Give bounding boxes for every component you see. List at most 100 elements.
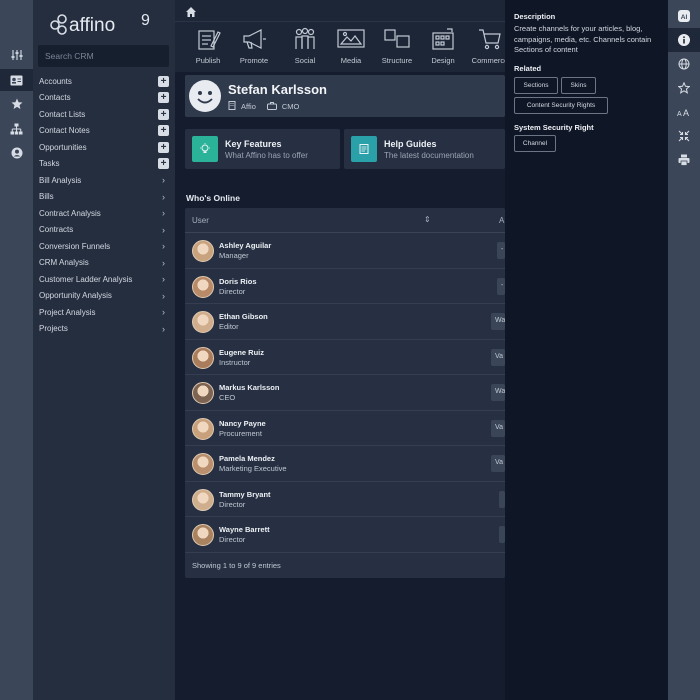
tag-channel[interactable]: Channel bbox=[514, 135, 556, 152]
user-avatar[interactable] bbox=[192, 240, 214, 262]
tag-sections[interactable]: Sections bbox=[514, 77, 558, 94]
user-column-header[interactable]: User bbox=[192, 216, 209, 225]
row-action-button[interactable]: - bbox=[497, 242, 505, 259]
collapse-icon[interactable] bbox=[668, 124, 700, 148]
user-avatar[interactable] bbox=[192, 346, 214, 369]
toolbar-promote[interactable]: Promote bbox=[231, 26, 277, 65]
sitemap-icon[interactable] bbox=[0, 118, 33, 140]
chevron-right-icon[interactable]: › bbox=[158, 291, 169, 301]
sidebar-item-crm-analysis[interactable]: CRM Analysis › bbox=[33, 255, 175, 272]
sidebar-item-contact-notes[interactable]: Contact Notes + bbox=[33, 123, 175, 140]
plus-icon[interactable]: + bbox=[158, 108, 169, 120]
sidebar-item-bills[interactable]: Bills › bbox=[33, 189, 175, 206]
sidebar-item-contacts[interactable]: Contacts + bbox=[33, 90, 175, 107]
table-row[interactable]: Eugene Ruiz Instructor Va bbox=[185, 340, 505, 375]
print-icon[interactable] bbox=[668, 148, 700, 172]
user-avatar[interactable] bbox=[192, 417, 214, 440]
chevron-right-icon[interactable]: › bbox=[158, 241, 169, 251]
sidebar-item-contracts[interactable]: Contracts › bbox=[33, 222, 175, 239]
table-row[interactable]: Tammy Bryant Director bbox=[185, 482, 505, 517]
home-icon[interactable] bbox=[185, 5, 197, 17]
tag-content-security-rights[interactable]: Content Security Rights bbox=[514, 97, 608, 114]
user-name[interactable]: Eugene Ruiz bbox=[219, 348, 264, 357]
tag-skins[interactable]: Skins bbox=[561, 77, 596, 94]
plus-icon[interactable]: + bbox=[158, 75, 169, 87]
star-icon[interactable] bbox=[0, 93, 33, 115]
sidebar-item-accounts[interactable]: Accounts + bbox=[33, 73, 175, 90]
chevron-right-icon[interactable]: › bbox=[158, 175, 169, 185]
user-avatar[interactable] bbox=[192, 382, 214, 404]
chevron-right-icon[interactable]: › bbox=[158, 208, 169, 218]
globe-icon[interactable] bbox=[668, 52, 700, 76]
toolbar-social[interactable]: Social bbox=[282, 26, 328, 65]
info-icon[interactable] bbox=[668, 28, 700, 52]
contact-card-icon[interactable] bbox=[0, 69, 33, 91]
user-avatar[interactable] bbox=[192, 311, 214, 333]
toolbar-structure[interactable]: Structure bbox=[374, 26, 420, 65]
plus-icon[interactable]: + bbox=[158, 125, 169, 137]
toolbar-design[interactable]: Design bbox=[420, 26, 466, 65]
sidebar-item-opportunities[interactable]: Opportunities + bbox=[33, 139, 175, 156]
table-row[interactable]: Wayne Barrett Director bbox=[185, 517, 505, 553]
table-row[interactable]: Nancy Payne Procurement Va bbox=[185, 411, 505, 446]
chevron-right-icon[interactable]: › bbox=[158, 324, 169, 334]
table-row[interactable]: Ashley Aguilar Manager - bbox=[185, 233, 505, 269]
user-avatar[interactable] bbox=[192, 453, 214, 475]
user-name[interactable]: Nancy Payne bbox=[219, 419, 266, 428]
row-action-button[interactable]: Va bbox=[491, 419, 505, 437]
user-name[interactable]: Ethan Gibson bbox=[219, 312, 268, 321]
row-action-button[interactable]: Va bbox=[491, 455, 505, 472]
top-bar bbox=[175, 0, 505, 22]
chevron-right-icon[interactable]: › bbox=[158, 307, 169, 317]
font-size-icon[interactable]: AA bbox=[668, 100, 700, 124]
sidebar-item-contract-analysis[interactable]: Contract Analysis › bbox=[33, 205, 175, 222]
avatar[interactable] bbox=[189, 80, 221, 112]
sort-icon[interactable]: ⇕ bbox=[424, 215, 431, 224]
sidebar-item-tasks[interactable]: Tasks + bbox=[33, 156, 175, 173]
user-name[interactable]: Ashley Aguilar bbox=[219, 241, 271, 250]
plus-icon[interactable]: + bbox=[158, 92, 169, 104]
user-avatar[interactable] bbox=[192, 488, 214, 511]
user-circle-icon[interactable] bbox=[0, 142, 33, 164]
plus-icon[interactable]: + bbox=[158, 141, 169, 153]
chevron-right-icon[interactable]: › bbox=[158, 274, 169, 284]
second-column-header[interactable]: A bbox=[499, 216, 504, 225]
user-name[interactable]: Markus Karlsson bbox=[219, 383, 279, 392]
search-input[interactable]: Search CRM bbox=[38, 45, 169, 67]
sidebar-item-customer-ladder-analysis[interactable]: Customer Ladder Analysis › bbox=[33, 271, 175, 288]
sliders-icon[interactable] bbox=[0, 44, 33, 66]
sidebar-item-opportunity-analysis[interactable]: Opportunity Analysis › bbox=[33, 288, 175, 305]
table-row[interactable]: Ethan Gibson Editor Wa bbox=[185, 304, 505, 340]
table-row[interactable]: Doris Rios Director - bbox=[185, 269, 505, 304]
user-name[interactable]: Doris Rios bbox=[219, 277, 257, 286]
user-name[interactable]: Pamela Mendez bbox=[219, 454, 275, 463]
chevron-right-icon[interactable]: › bbox=[158, 192, 169, 202]
sidebar-item-contact-lists[interactable]: Contact Lists + bbox=[33, 106, 175, 123]
user-name[interactable]: Tammy Bryant bbox=[219, 490, 271, 499]
user-avatar[interactable] bbox=[192, 275, 214, 298]
help-guides-card[interactable]: Help Guides The latest documentation bbox=[344, 129, 505, 169]
chevron-right-icon[interactable]: › bbox=[158, 258, 169, 268]
sidebar-item-bill-analysis[interactable]: Bill Analysis › bbox=[33, 172, 175, 189]
row-action-button[interactable]: Wa bbox=[491, 313, 505, 330]
sidebar-item-label: Contracts bbox=[39, 225, 74, 235]
sidebar-item-label: Accounts bbox=[39, 76, 72, 86]
row-action-button[interactable]: Va bbox=[491, 348, 505, 366]
chevron-right-icon[interactable]: › bbox=[158, 225, 169, 235]
plus-icon[interactable]: + bbox=[158, 158, 169, 170]
affino-logo[interactable]: affino 9 bbox=[49, 10, 161, 38]
toolbar-publish[interactable]: Publish bbox=[185, 26, 231, 65]
row-action-button[interactable]: Wa bbox=[491, 384, 505, 401]
user-name[interactable]: Wayne Barrett bbox=[219, 525, 270, 534]
star-outline-icon[interactable] bbox=[668, 76, 700, 100]
row-action-button[interactable]: - bbox=[497, 277, 505, 295]
key-features-card[interactable]: Key Features What Affino has to offer bbox=[185, 129, 340, 169]
ai-icon[interactable]: AI bbox=[668, 4, 700, 28]
table-row[interactable]: Markus Karlsson CEO Wa bbox=[185, 375, 505, 411]
sidebar-item-conversion-funnels[interactable]: Conversion Funnels › bbox=[33, 238, 175, 255]
sidebar-item-projects[interactable]: Projects › bbox=[33, 321, 175, 338]
user-avatar[interactable] bbox=[192, 524, 214, 546]
sidebar-item-project-analysis[interactable]: Project Analysis › bbox=[33, 304, 175, 321]
toolbar-media[interactable]: Media bbox=[328, 26, 374, 65]
table-row[interactable]: Pamela Mendez Marketing Executive Va bbox=[185, 446, 505, 482]
